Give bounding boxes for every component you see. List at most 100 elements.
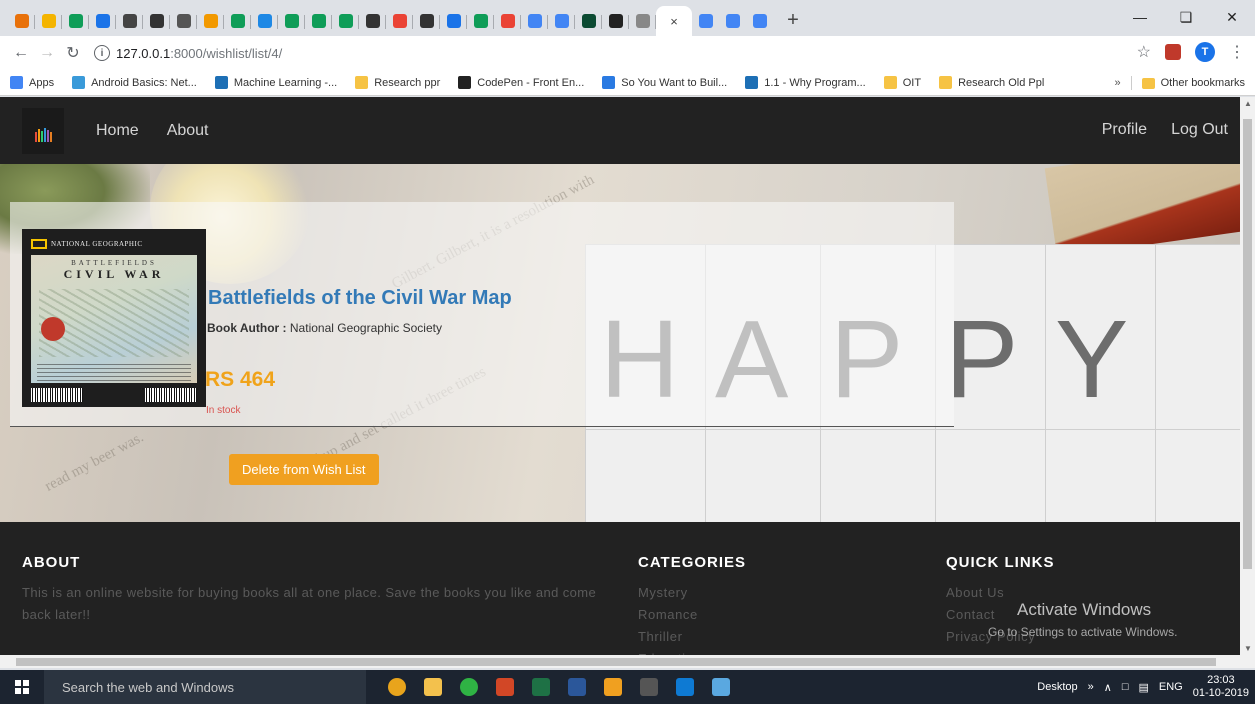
cover-blurb: [37, 361, 191, 381]
browser-tab[interactable]: [692, 7, 719, 35]
toolbar-actions: ☆ T ⋮: [1137, 42, 1245, 62]
nav-logout-link[interactable]: Log Out: [1171, 121, 1228, 139]
scroll-up-icon[interactable]: ▲: [1244, 99, 1252, 108]
active-tab[interactable]: ×: [656, 6, 692, 36]
network-icon[interactable]: □: [1122, 681, 1129, 693]
book-cover-image[interactable]: NATIONAL GEOGRAPHIC BATTLEFIELDS CIVIL W…: [22, 229, 206, 407]
browser-tab[interactable]: [521, 7, 548, 35]
nav-home-link[interactable]: Home: [96, 122, 139, 140]
delete-from-wishlist-button[interactable]: Delete from Wish List: [229, 454, 379, 485]
bookmarks-overflow-icon[interactable]: »: [1115, 77, 1121, 89]
category-link[interactable]: Mystery: [638, 582, 746, 604]
forward-icon[interactable]: →: [34, 44, 60, 62]
file-explorer-icon[interactable]: [424, 678, 442, 696]
bookmark-item[interactable]: Research Old Ppl: [939, 76, 1044, 89]
browser-tab[interactable]: [548, 7, 575, 35]
minimize-icon[interactable]: —: [1117, 0, 1163, 34]
browser-tab[interactable]: [467, 7, 494, 35]
horizontal-scroll-thumb[interactable]: [16, 658, 1216, 666]
browser-tab[interactable]: [413, 7, 440, 35]
site-logo[interactable]: [22, 107, 64, 154]
taskbar-search-box[interactable]: Search the web and Windows: [44, 670, 366, 704]
browser-tab[interactable]: [575, 7, 602, 35]
bookmark-item[interactable]: Apps: [10, 76, 54, 89]
bookmark-item[interactable]: Machine Learning -...: [214, 76, 337, 89]
browser-tab[interactable]: [170, 7, 197, 35]
browser-tab[interactable]: [224, 7, 251, 35]
browser-tab[interactable]: [305, 7, 332, 35]
vscode-icon[interactable]: [676, 678, 694, 696]
back-icon[interactable]: ←: [8, 44, 34, 62]
desktop-label[interactable]: Desktop: [1037, 681, 1077, 693]
browser-tab[interactable]: [602, 7, 629, 35]
vertical-scroll-thumb[interactable]: [1243, 119, 1252, 569]
bookmark-label: Research ppr: [374, 76, 441, 89]
tab-favicon-icon: [419, 14, 434, 28]
book-title[interactable]: Battlefields of the Civil War Map: [208, 287, 512, 310]
browser-menu-icon[interactable]: ⋮: [1229, 42, 1245, 62]
other-bookmarks-link[interactable]: Other bookmarks: [1161, 77, 1245, 89]
browser-tab[interactable]: [251, 7, 278, 35]
browser-tab[interactable]: [494, 7, 521, 35]
bookmark-item[interactable]: Research ppr: [355, 76, 440, 89]
address-bar[interactable]: i 127.0.0.1:8000/wishlist/list/4/: [94, 39, 282, 67]
tab-favicon-icon: [122, 14, 137, 28]
browser-tab[interactable]: [8, 7, 35, 35]
photos-icon[interactable]: [712, 678, 730, 696]
clock-date: 01-10-2019: [1192, 687, 1249, 699]
tray-overflow-icon[interactable]: »: [1088, 681, 1094, 693]
restore-icon[interactable]: ❏: [1163, 0, 1209, 34]
terminal-icon[interactable]: [640, 678, 658, 696]
nav-profile-link[interactable]: Profile: [1102, 121, 1147, 139]
bookmark-item[interactable]: 1.1 - Why Program...: [745, 76, 866, 89]
scroll-down-icon[interactable]: ▼: [1244, 644, 1252, 653]
word-icon[interactable]: [568, 678, 586, 696]
browser-tab[interactable]: [746, 7, 773, 35]
active-tab-close-icon[interactable]: ×: [670, 14, 678, 29]
site-info-icon[interactable]: i: [94, 45, 110, 61]
start-button[interactable]: [0, 670, 44, 704]
browser-tab[interactable]: [629, 7, 656, 35]
new-tab-button[interactable]: +: [779, 6, 807, 34]
powerpoint-icon[interactable]: [496, 678, 514, 696]
tab-favicon-icon: [527, 14, 542, 28]
browser-tab[interactable]: [278, 7, 305, 35]
nav-about-link[interactable]: About: [167, 122, 209, 140]
bookmark-item[interactable]: OIT: [883, 76, 921, 89]
horizontal-scrollbar[interactable]: [0, 655, 1255, 668]
browser-tab[interactable]: [116, 7, 143, 35]
sublime-text-icon[interactable]: [604, 678, 622, 696]
notifications-icon[interactable]: ▤: [1138, 681, 1148, 694]
bookmark-item[interactable]: So You Want to Buil...: [602, 76, 727, 89]
browser-tab[interactable]: [386, 7, 413, 35]
bookmark-item[interactable]: CodePen - Front En...: [458, 76, 584, 89]
bookmark-star-icon[interactable]: ☆: [1137, 42, 1151, 62]
tray-chevron-icon[interactable]: ∧: [1104, 681, 1112, 694]
profile-avatar[interactable]: T: [1195, 42, 1215, 62]
browser-tab[interactable]: [35, 7, 62, 35]
browser-tab[interactable]: [440, 7, 467, 35]
browser-tab[interactable]: [332, 7, 359, 35]
category-link[interactable]: Education: [638, 648, 746, 655]
browser-tab[interactable]: [359, 7, 386, 35]
category-link[interactable]: Romance: [638, 604, 746, 626]
browser-tab[interactable]: [197, 7, 224, 35]
tab-favicon-icon: [203, 14, 218, 28]
language-indicator[interactable]: ENG: [1159, 681, 1183, 693]
browser-tab[interactable]: [143, 7, 170, 35]
chrome-icon[interactable]: [388, 678, 406, 696]
cover-badge: [41, 317, 65, 341]
excel-icon[interactable]: [532, 678, 550, 696]
category-link[interactable]: Thriller: [638, 626, 746, 648]
vertical-scrollbar[interactable]: ▲ ▼: [1240, 97, 1255, 655]
whatsapp-icon[interactable]: [460, 678, 478, 696]
clock[interactable]: 23:03 01-10-2019: [1193, 674, 1249, 700]
browser-tab[interactable]: [62, 7, 89, 35]
tab-favicon-icon: [311, 14, 326, 28]
close-icon[interactable]: ✕: [1209, 0, 1255, 34]
reload-icon[interactable]: ↻: [60, 43, 86, 63]
browser-tab[interactable]: [89, 7, 116, 35]
bookmark-item[interactable]: Android Basics: Net...: [72, 76, 197, 89]
extension-icon[interactable]: [1165, 44, 1181, 60]
browser-tab[interactable]: [719, 7, 746, 35]
